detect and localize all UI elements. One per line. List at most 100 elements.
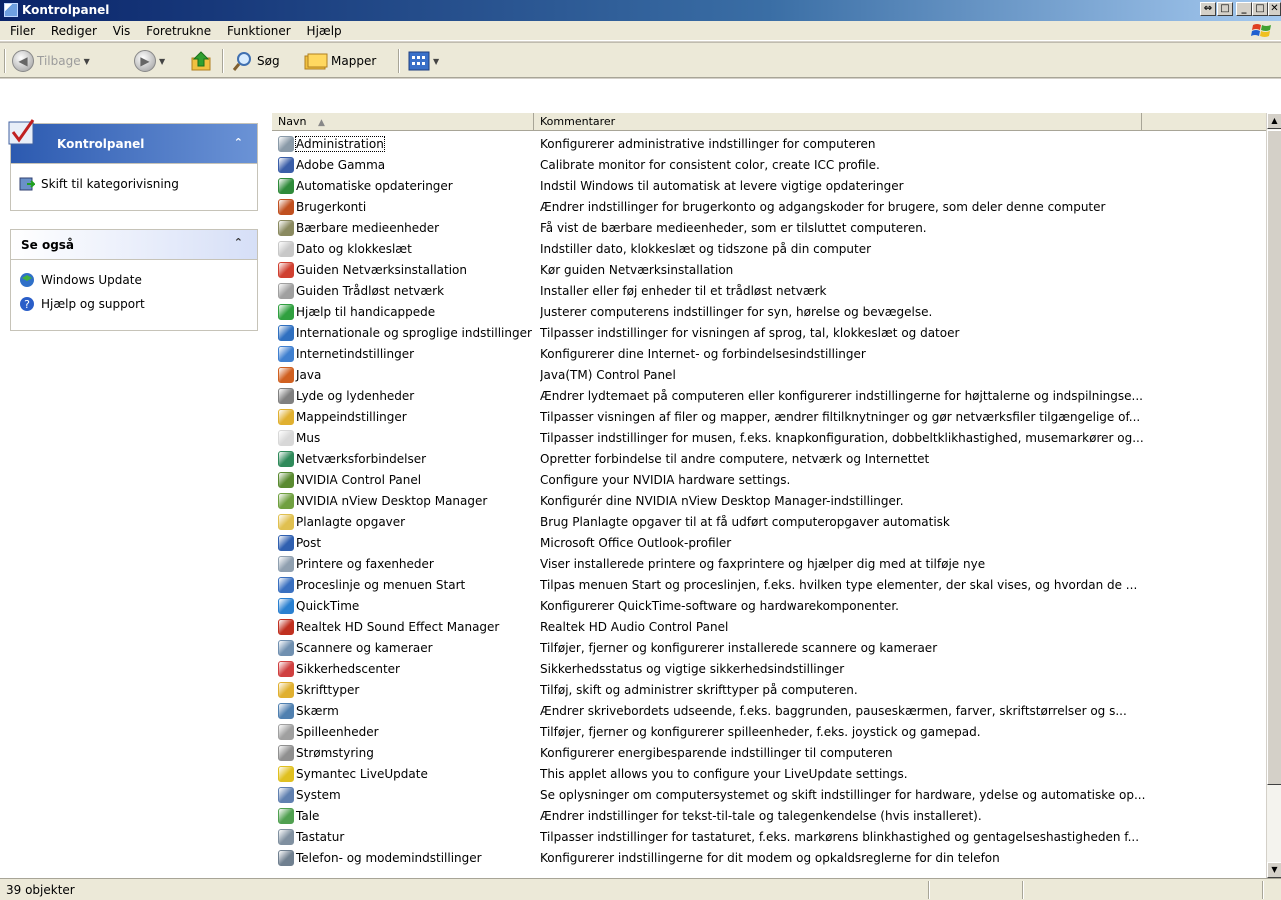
views-button[interactable]: ▼ — [408, 50, 439, 72]
applet-icon — [278, 325, 294, 341]
list-item[interactable]: Hjælp til handicappede Justerer computere… — [272, 302, 1266, 323]
menu-tools[interactable]: Funktioner — [221, 21, 297, 41]
applet-icon — [278, 745, 294, 761]
list-item[interactable]: Realtek HD Sound Effect Manager Realtek H… — [272, 617, 1266, 638]
applet-icon — [278, 283, 294, 299]
list-item[interactable]: Bærbare medieenheder Få vist de bærbare m… — [272, 218, 1266, 239]
status-bar: 39 objekter — [0, 878, 1281, 900]
column-headers: Navn ▲ Kommentarer — [272, 113, 1266, 131]
applet-comment: Tilføj, skift og administrer skrifttyper… — [540, 683, 858, 697]
applet-name: NVIDIA nView Desktop Manager — [296, 494, 488, 508]
applet-icon — [278, 493, 294, 509]
column-header-empty[interactable] — [1142, 113, 1266, 131]
list-item[interactable]: Lyde og lydenheder Ændrer lydtemaet på co… — [272, 386, 1266, 407]
list-item[interactable]: Administration Konfigurerer administrativ… — [272, 134, 1266, 155]
menu-edit[interactable]: Rediger — [45, 21, 103, 41]
applet-name: Java — [296, 368, 322, 382]
applet-comment: Tilpas menuen Start og proceslinjen, f.e… — [540, 578, 1138, 592]
menu-view[interactable]: Vis — [107, 21, 137, 41]
applet-icon — [278, 682, 294, 698]
applet-comment: Konfigurerer QuickTime-software og hardw… — [540, 599, 899, 613]
applet-icon — [278, 808, 294, 824]
applet-icon — [278, 262, 294, 278]
list-item[interactable]: Dato og klokkeslæt Indstiller dato, klokk… — [272, 239, 1266, 260]
maximize-button[interactable]: □ — [1252, 2, 1268, 16]
list-item[interactable]: Symantec LiveUpdate This applet allows yo… — [272, 764, 1266, 785]
menu-file[interactable]: Filer — [4, 21, 41, 41]
list-item[interactable]: Netværksforbindelser Opretter forbindelse… — [272, 449, 1266, 470]
vertical-scrollbar[interactable]: ▲ ▼ — [1266, 113, 1281, 878]
list-item[interactable]: Scannere og kameraer Tilføjer, fjerner og… — [272, 638, 1266, 659]
restore-icon[interactable]: ⇔ — [1200, 2, 1216, 16]
column-header-comment[interactable]: Kommentarer — [534, 113, 1142, 131]
list-item[interactable]: System Se oplysninger om computersystemet… — [272, 785, 1266, 806]
list-item[interactable]: Adobe Gamma Calibrate monitor for consist… — [272, 155, 1266, 176]
file-list: Navn ▲ Kommentarer Administration Konfigu… — [272, 79, 1266, 878]
close-button[interactable]: ✕ — [1268, 2, 1281, 16]
switch-to-category-view-link[interactable]: Skift til kategorivisning — [11, 172, 257, 196]
list-item[interactable]: Proceslinje og menuen Start Tilpas menuen… — [272, 575, 1266, 596]
applet-comment: Brug Planlagte opgaver til at få udført … — [540, 515, 950, 529]
see-also-panel-header[interactable]: Se også ⌃ — [11, 230, 257, 260]
list-item[interactable]: Java Java(TM) Control Panel — [272, 365, 1266, 386]
list-item[interactable]: Mappeindstillinger Tilpasser visningen af… — [272, 407, 1266, 428]
list-item[interactable]: Internetindstillinger Konfigurerer dine I… — [272, 344, 1266, 365]
list-item[interactable]: Planlagte opgaver Brug Planlagte opgaver … — [272, 512, 1266, 533]
list-item[interactable]: NVIDIA nView Desktop Manager Konfigurér d… — [272, 491, 1266, 512]
list-item[interactable]: Mus Tilpasser indstillinger for musen, f.… — [272, 428, 1266, 449]
help-and-support-link[interactable]: ? Hjælp og support — [11, 292, 257, 316]
applet-comment: Opretter forbindelse til andre computere… — [540, 452, 930, 466]
back-button[interactable]: ◀ Tilbage ▼ — [12, 50, 90, 72]
menu-favorites[interactable]: Foretrukne — [140, 21, 217, 41]
list-item[interactable]: Post Microsoft Office Outlook-profiler — [272, 533, 1266, 554]
list-item[interactable]: QuickTime Konfigurerer QuickTime-software… — [272, 596, 1266, 617]
applet-comment: Konfigurerer indstillingerne for dit mod… — [540, 851, 1000, 865]
list-item[interactable]: Internationale og sproglige indstillinge… — [272, 323, 1266, 344]
collapse-chevron-icon[interactable]: ⌃ — [234, 136, 243, 149]
list-item[interactable]: Printere og faxenheder Viser installerede… — [272, 554, 1266, 575]
applet-name: Automatiske opdateringer — [296, 179, 453, 193]
folders-button[interactable]: Mapper — [304, 50, 376, 72]
title-bar[interactable]: Kontrolpanel ⇔ □ _ □ ✕ — [0, 0, 1281, 21]
list-item[interactable]: Automatiske opdateringer Indstil Windows … — [272, 176, 1266, 197]
list-item[interactable]: Skærm Ændrer skrivebordets udseende, f.ek… — [272, 701, 1266, 722]
applet-comment: Tilføjer, fjerner og konfigurerer instal… — [540, 641, 938, 655]
list-item[interactable]: Guiden Trådløst netværk Installer eller f… — [272, 281, 1266, 302]
applet-comment: Java(TM) Control Panel — [540, 368, 676, 382]
applet-name: Guiden Trådløst netværk — [296, 284, 445, 298]
up-folder-button[interactable] — [190, 50, 214, 72]
scroll-down-button[interactable]: ▼ — [1267, 862, 1281, 878]
list-item[interactable]: Sikkerhedscenter Sikkerhedsstatus og vigt… — [272, 659, 1266, 680]
scroll-thumb[interactable] — [1267, 130, 1281, 785]
applet-comment: Ændrer indstillinger for brugerkonto og … — [540, 200, 1106, 214]
move-icon[interactable]: □ — [1217, 2, 1233, 16]
column-comment-label: Kommentarer — [540, 115, 616, 128]
applet-comment: Konfigurerer dine Internet- og forbindel… — [540, 347, 866, 361]
list-item[interactable]: NVIDIA Control Panel Configure your NVIDI… — [272, 470, 1266, 491]
applet-comment: Få vist de bærbare medieenheder, som er … — [540, 221, 927, 235]
scroll-up-button[interactable]: ▲ — [1267, 113, 1281, 129]
windows-update-link[interactable]: Windows Update — [11, 268, 257, 292]
column-header-name[interactable]: Navn ▲ — [272, 113, 534, 131]
list-item[interactable]: Spilleenheder Tilføjer, fjerner og konfig… — [272, 722, 1266, 743]
forward-button[interactable]: ▶ ▼ — [134, 50, 165, 72]
applet-icon — [278, 619, 294, 635]
minimize-button[interactable]: _ — [1236, 2, 1252, 16]
collapse-chevron-icon[interactable]: ⌃ — [234, 236, 243, 249]
sort-ascending-icon: ▲ — [317, 118, 325, 128]
control-panel-panel-header[interactable]: Kontrolpanel ⌃ — [8, 119, 257, 164]
list-item[interactable]: Tale Ændrer indstillinger for tekst-til-t… — [272, 806, 1266, 827]
list-item[interactable]: Telefon- og modemindstillinger Konfigurer… — [272, 848, 1266, 869]
list-item[interactable]: Brugerkonti Ændrer indstillinger for brug… — [272, 197, 1266, 218]
windows-update-icon — [20, 273, 34, 287]
list-item[interactable]: Skrifttyper Tilføj, skift og administrer … — [272, 680, 1266, 701]
search-button[interactable]: Søg — [232, 50, 280, 72]
list-item[interactable]: Tastatur Tilpasser indstillinger for tast… — [272, 827, 1266, 848]
menu-help[interactable]: Hjælp — [301, 21, 348, 41]
applet-icon — [278, 409, 294, 425]
list-item[interactable]: Guiden Netværksinstallation Kør guiden Ne… — [272, 260, 1266, 281]
applet-comment: Indstiller dato, klokkeslæt og tidszone … — [540, 242, 872, 256]
list-item[interactable]: Strømstyring Konfigurerer energibesparend… — [272, 743, 1266, 764]
applet-comment: Microsoft Office Outlook-profiler — [540, 536, 732, 550]
applet-name: Planlagte opgaver — [296, 515, 406, 529]
